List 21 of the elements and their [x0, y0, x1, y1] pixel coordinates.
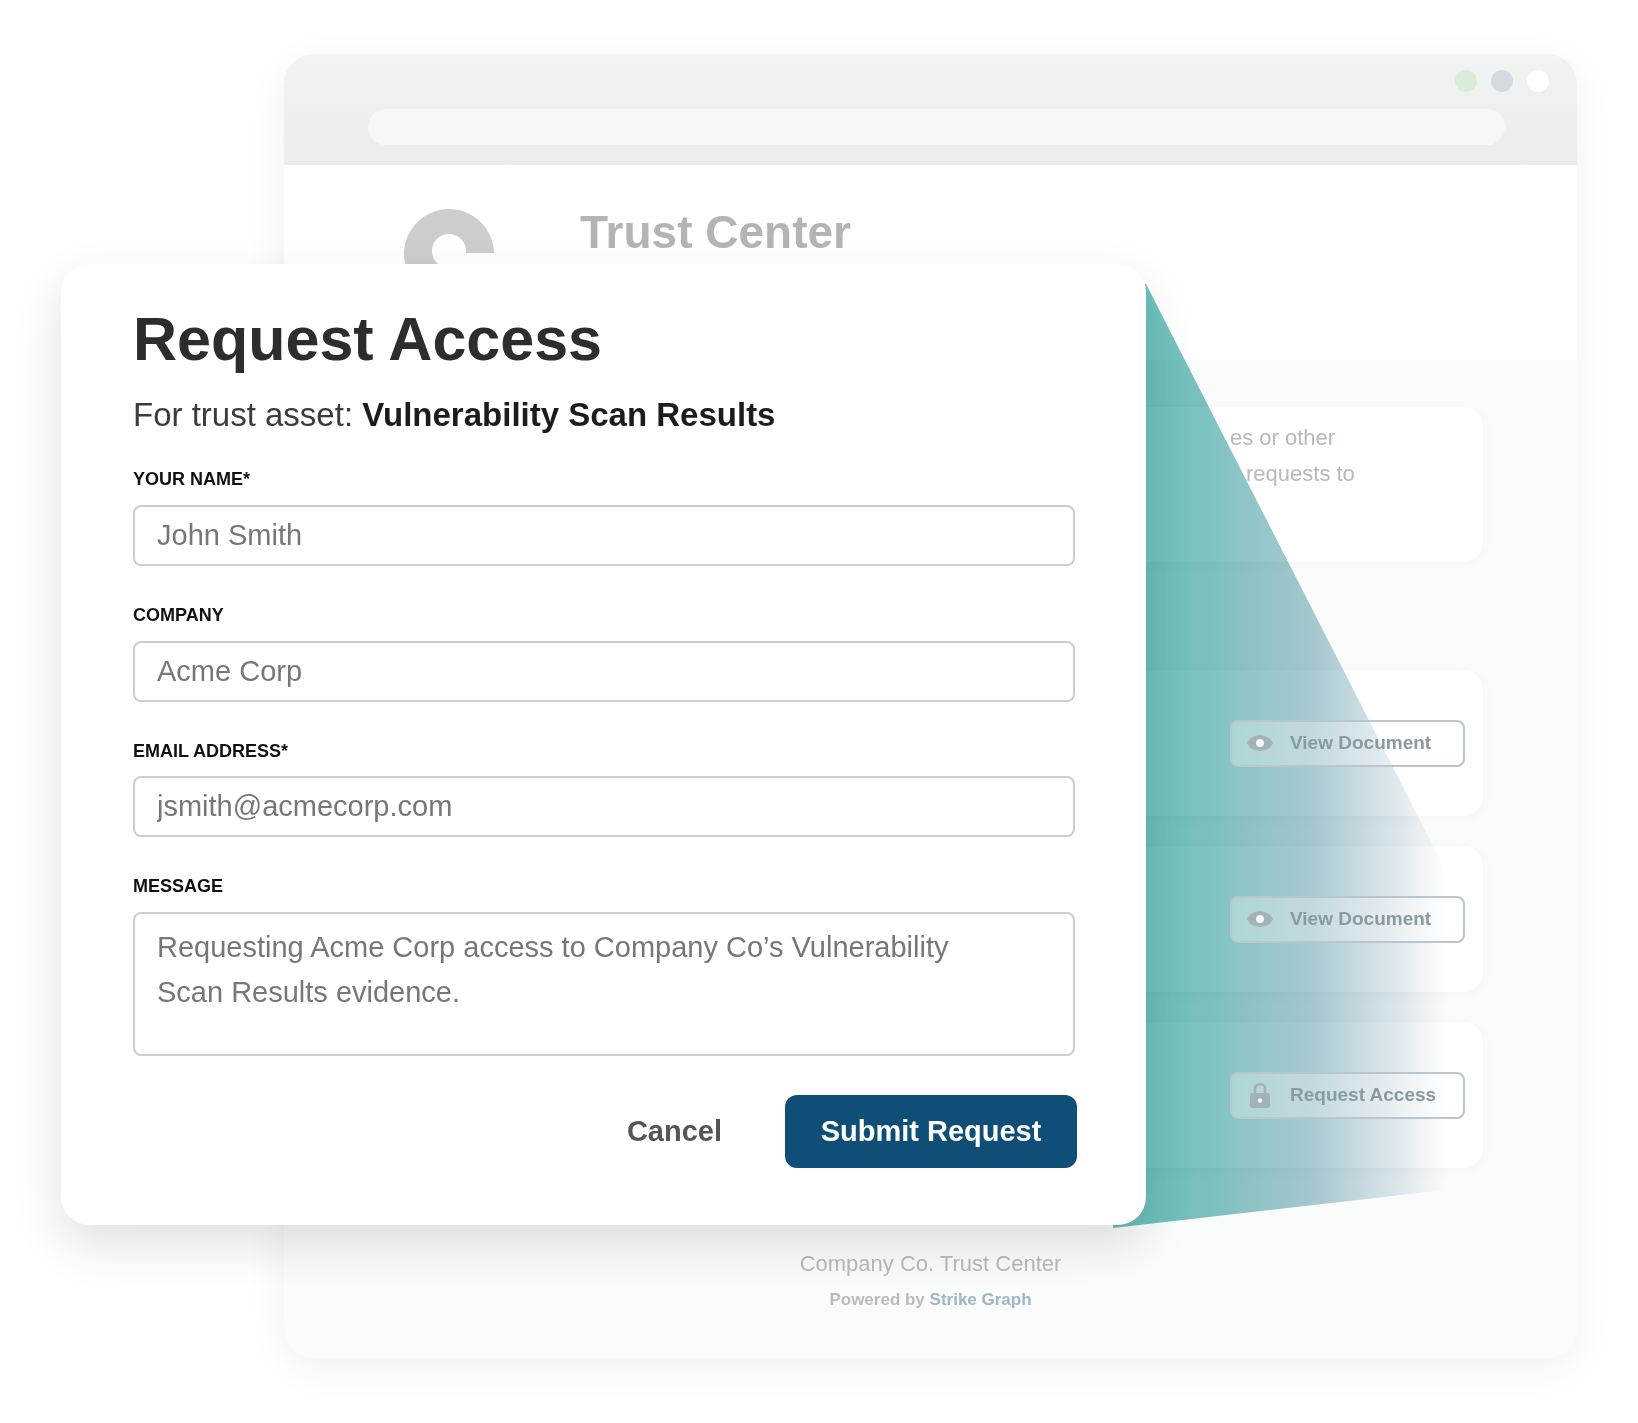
input-field[interactable]: Acme Corp: [133, 640, 1075, 702]
cancel-button[interactable]: Cancel: [602, 1094, 746, 1168]
site-title: Trust Center: [580, 207, 851, 258]
message-field[interactable]: Requesting Acme Corp access to Company Co’s Vulnerability Scan Results evidence.: [133, 911, 1075, 1056]
lock-icon: [1250, 1082, 1270, 1108]
vendor-link[interactable]: Strike Graph: [929, 1289, 1032, 1309]
card-text: es or other: [1230, 424, 1336, 452]
field-label: YOUR NAME*: [133, 469, 251, 491]
field-label: EMAIL ADDRESS*: [133, 740, 290, 763]
window-control-icon[interactable]: [1491, 70, 1513, 92]
submit-button[interactable]: Submit Request: [785, 1094, 1077, 1168]
asset-subtitle: For trust asset: Vulnerability Scan Results: [133, 396, 777, 435]
dialog-title: Request Access: [133, 304, 604, 375]
window-control-icon[interactable]: [1455, 70, 1477, 92]
powered-by-text: Powered by Strike Graph: [829, 1288, 1032, 1311]
footer-title: Company Co. Trust Center: [799, 1250, 1062, 1278]
input-field[interactable]: jsmith@acmecorp.com: [133, 776, 1075, 838]
card-text: requests to: [1246, 460, 1355, 488]
field-label: COMPANY: [133, 605, 225, 627]
input-field[interactable]: John Smith: [133, 505, 1075, 566]
field-label: MESSAGE: [133, 876, 225, 898]
